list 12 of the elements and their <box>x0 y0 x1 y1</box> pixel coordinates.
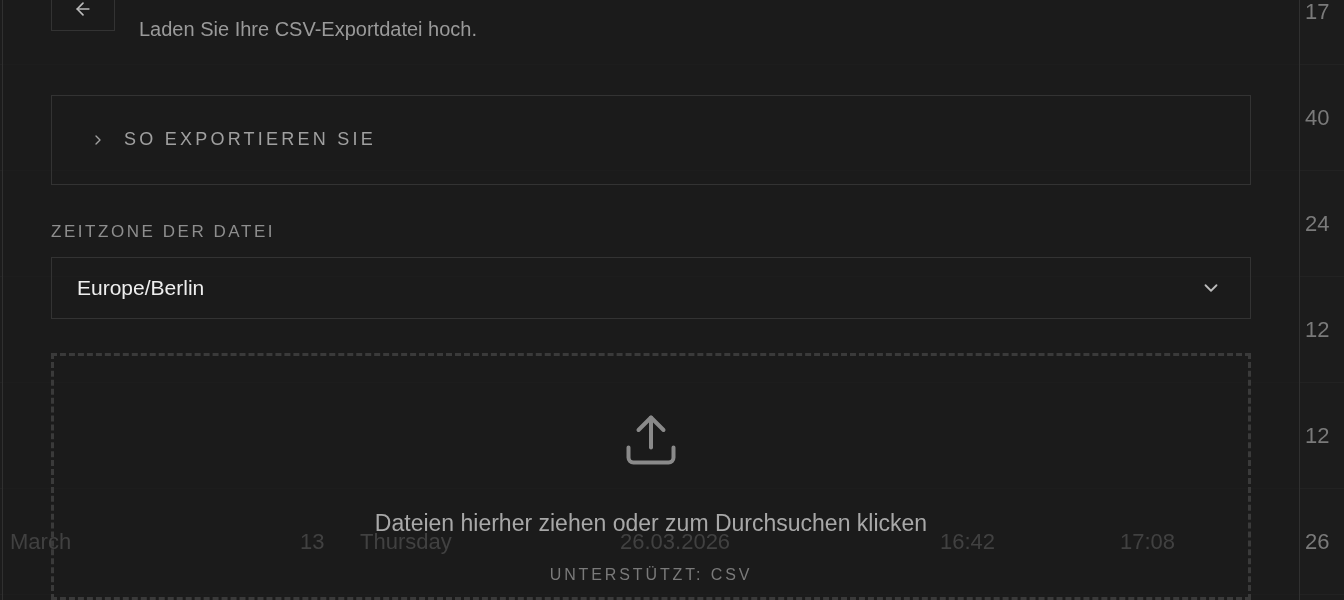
dropzone-prompt: Dateien hierher ziehen oder zum Durchsuchen klicken <box>374 511 928 535</box>
dialog-subtitle: Laden Sie Ihre CSV-Exportdatei hoch. <box>139 19 477 39</box>
duration-cell-text: 40 <box>1305 106 1331 129</box>
duration-cell-text: 17 <box>1305 0 1331 23</box>
supported-formats: UNTERSTÜTZT: CSV <box>549 566 753 583</box>
help-accordion[interactable]: SO EXPORTIEREN SIE <box>51 95 1251 185</box>
duration-cell-text: 26 <box>1305 530 1331 553</box>
timezone-label: ZEITZONE DER DATEI <box>51 222 277 240</box>
timezone-select[interactable]: Europe/Berlin <box>51 256 1251 319</box>
duration-cell-text: 12 <box>1305 318 1331 341</box>
duration-cell-text: 12 <box>1305 424 1331 447</box>
duration-cell-text: 24 <box>1305 212 1331 235</box>
